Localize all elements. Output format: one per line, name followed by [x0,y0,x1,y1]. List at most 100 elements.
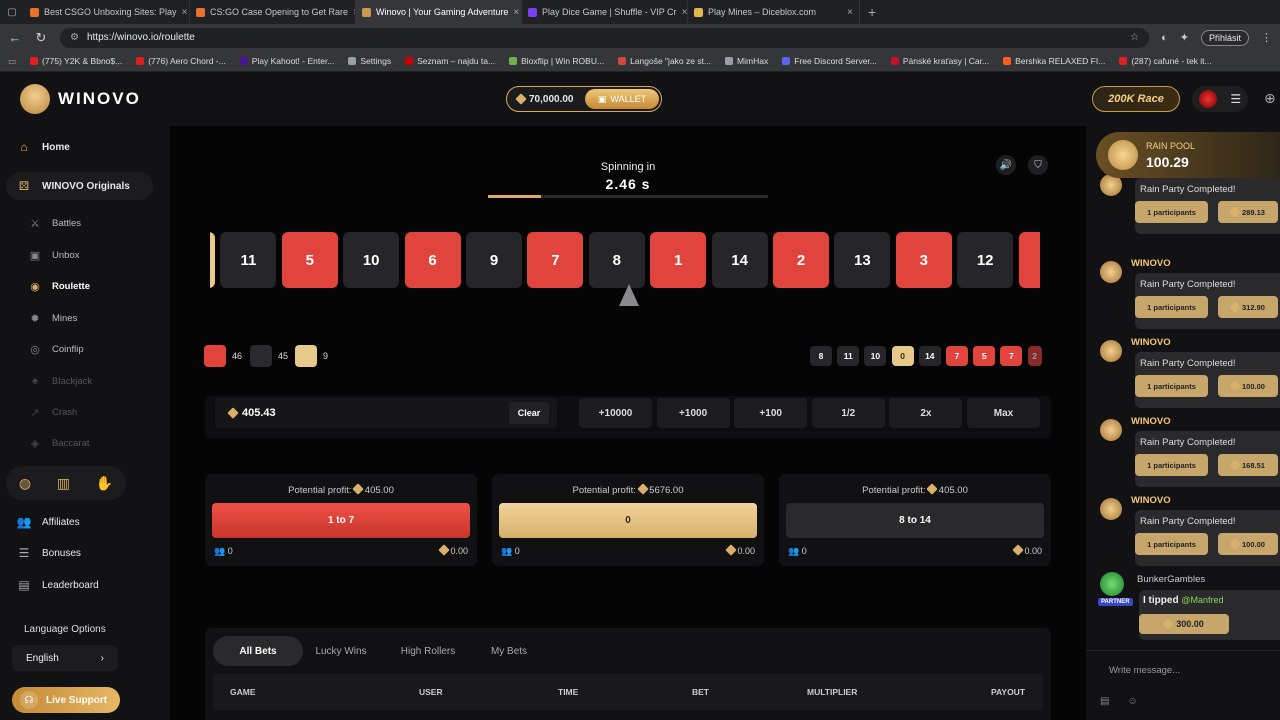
bookmark-item[interactable]: MimHax [725,56,768,66]
sidebar-item-affiliates[interactable]: 👥 Affiliates [10,508,80,536]
browser-tab[interactable]: Best CSGO Unboxing Sites: Play × [24,0,190,24]
browser-tab[interactable]: Winovo | Your Gaming Adventure × [356,0,522,24]
balance-amount[interactable]: 70,000.00 [507,93,587,105]
quick-bet-button[interactable]: +1000 [656,398,730,428]
close-tab-icon[interactable]: × [682,7,687,18]
sidebar-item-bonuses[interactable]: ☰ Bonuses [10,539,81,567]
avatar[interactable] [1100,572,1124,596]
column-header: PAYOUT [991,687,1026,697]
basketball-icon[interactable]: ◍ [19,475,31,492]
quick-bet-button[interactable]: 2x [889,398,963,428]
sidebar-item-baccarat[interactable]: ◈ Baccarat [28,433,90,453]
sidebar-item-blackjack[interactable]: ♠ Blackjack [28,371,92,391]
gem-icon [352,483,364,495]
sidebar-item-unbox[interactable]: ▣ Unbox [28,245,80,265]
sidebar-item-coinflip[interactable]: ◎ Coinflip [28,339,84,359]
bookmark-item[interactable]: Langoše "jako ze st... [618,56,711,66]
language-select[interactable]: English › [12,645,118,671]
bookmark-item[interactable]: (287) cafuné - tek it... [1119,56,1212,66]
quick-bet-button[interactable]: +100 [734,398,808,428]
new-tab-button[interactable]: + [860,4,876,20]
bookmark-item[interactable]: (775) Y2K & Bbno$... [30,56,122,66]
quick-bet-button[interactable]: Max [967,398,1040,428]
bookmark-item[interactable]: Free Discord Server... [782,56,877,66]
tab-title: Winovo | Your Gaming Adventure [376,7,509,17]
sidebar-item-home[interactable]: ⌂ Home [10,133,69,161]
chat-username[interactable]: WINOVO [1131,258,1171,269]
race-button[interactable]: 200K Race [1092,86,1180,112]
sidebar-item-mines[interactable]: ✹ Mines [28,308,77,328]
rules-icon[interactable]: ▤ [1100,696,1109,707]
live-support-button[interactable]: ☊ Live Support [12,687,120,713]
chat-username[interactable]: WINOVO [1131,337,1171,348]
gem-icon [515,93,527,105]
bets-tab[interactable]: High Rollers [387,636,469,666]
tip-mention[interactable]: @Manfred [1181,595,1223,605]
reload-icon[interactable]: ↻ [34,30,48,46]
chat-username[interactable]: BunkerGambles [1137,574,1205,585]
sidebar-item-battles[interactable]: ⚔ Battles [28,213,81,233]
bet-amount-input[interactable]: 405.43 Clear [215,398,557,428]
bookmark-item[interactable]: (776) Aero Chord -... [136,56,226,66]
gem-icon [1229,206,1241,218]
chevron-right-icon: › [100,652,104,664]
chat-username[interactable]: WINOVO [1131,416,1171,427]
sound-icon[interactable]: 🔊 [996,155,1016,175]
clear-button[interactable]: Clear [509,402,549,424]
globe-icon[interactable]: ⊕ [1264,90,1276,107]
sidebar-item-crash[interactable]: ↗ Crash [28,402,77,422]
bookmarks-icon[interactable]: ✦ [1180,31,1189,44]
chat-username[interactable]: WINOVO [1131,495,1171,506]
brand-logo[interactable]: WINOVO [20,84,141,114]
site-info-icon[interactable]: ⚙ [70,32,79,43]
sign-in-button[interactable]: Přihlásit [1200,29,1249,46]
reading-list-icon[interactable]: ▭ [8,56,16,67]
bookmark-item[interactable]: Play Kahoot! - Enter... [239,56,334,66]
avatar[interactable] [1100,419,1122,441]
hamburger-icon[interactable]: ☰ [1230,92,1241,106]
bookmark-star-icon[interactable]: ☆ [1130,32,1139,43]
bookmark-item[interactable]: Pánské kraťasy | Car... [890,56,989,66]
bookmark-item[interactable]: Seznam – najdu ta... [405,56,495,66]
chat-input[interactable]: Write message... [1086,650,1280,690]
avatar[interactable] [1100,340,1122,362]
avatar[interactable] [1100,261,1122,283]
potential-profit-value: 405.00 [938,485,968,496]
sidebar-item-leaderboard[interactable]: ▤ Leaderboard [10,571,98,599]
wallet-button[interactable]: ▣ WALLET [585,89,659,109]
bookmark-item[interactable]: Bershka RELAXED FI... [1003,56,1105,66]
sidebar-item-originals[interactable]: ⚄ WINOVO Originals [10,172,130,200]
quick-bet-button[interactable]: 1/2 [811,398,885,428]
place-bet-gold-button[interactable]: 0 [499,503,757,538]
url-field[interactable]: ⚙ https://winovo.io/roulette ☆ [60,27,1150,48]
browser-tab[interactable]: Play Mines – Diceblox.com × [688,0,860,24]
place-bet-black-button[interactable]: 8 to 14 [786,503,1044,538]
tab-list-icon[interactable]: ▢ [0,7,24,18]
leaderboard-icon[interactable]: ▥ [57,475,70,492]
close-tab-icon[interactable]: × [513,7,519,18]
rain-amount-value: 100.00 [1242,381,1265,391]
place-bet-red-button[interactable]: 1 to 7 [212,503,470,538]
browser-tab[interactable]: Play Dice Game | Shuffle - VIP Cr × [522,0,688,24]
close-tab-icon[interactable]: × [847,7,853,18]
avatar[interactable] [1100,498,1122,520]
bookmark-item[interactable]: Settings [348,56,391,66]
sidebar-item-roulette[interactable]: ◉ Roulette [28,276,90,296]
menu-icon[interactable]: ⋮ [1261,31,1272,44]
history-result: 10 [864,346,887,366]
bookmark-favicon-icon [348,57,357,65]
handshake-icon[interactable]: ✋ [96,475,113,492]
bets-tab[interactable]: My Bets [477,636,541,666]
back-icon[interactable]: ← [8,30,22,45]
quick-bet-button[interactable]: +10000 [579,398,652,428]
close-tab-icon[interactable]: × [182,7,188,18]
emoji-icon[interactable]: ☺ [1127,696,1137,707]
avatar[interactable] [1198,90,1217,108]
extensions-icon[interactable]: ◐ [1161,32,1168,44]
bookmark-item[interactable]: Bloxflip | Win ROBU... [509,56,604,66]
fairness-shield-icon[interactable]: ⛉ [1028,155,1048,175]
bets-tab[interactable]: Lucky Wins [305,636,377,666]
browser-tab[interactable]: CS:GO Case Opening to Get Rare× [190,0,356,24]
rain-pool[interactable]: RAIN POOL 100.29 [1096,132,1280,178]
bets-tab[interactable]: All Bets [213,636,303,666]
